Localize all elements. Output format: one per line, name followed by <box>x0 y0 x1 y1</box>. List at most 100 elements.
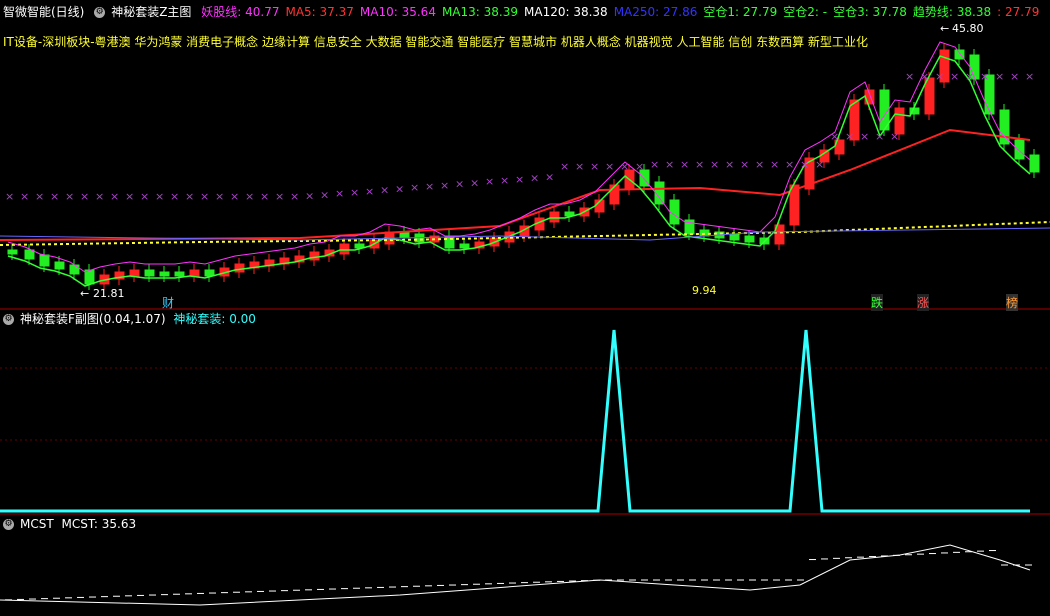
zhang-marker: 涨 <box>917 294 930 311</box>
x-marker: × <box>290 190 299 203</box>
indicator-value-6: 空仓1: 27.79 <box>703 5 778 19</box>
indicator-name[interactable]: 神秘套装Z主图 <box>111 5 191 19</box>
x-marker: × <box>1010 70 1019 83</box>
x-marker: × <box>50 190 59 203</box>
x-marker: × <box>35 190 44 203</box>
high-price-label: 45.80 <box>952 22 984 35</box>
x-marker: × <box>560 160 569 173</box>
x-marker: × <box>275 190 284 203</box>
x-marker: × <box>80 190 89 203</box>
x-marker: × <box>305 190 314 203</box>
x-marker: × <box>950 70 959 83</box>
x-marker: × <box>185 190 194 203</box>
x-marker: × <box>170 190 179 203</box>
x-marker: × <box>215 190 224 203</box>
mid-value-label: 9.94 <box>692 284 717 297</box>
candle-body <box>339 243 350 255</box>
x-marker: × <box>575 160 584 173</box>
mystery-indicator-line <box>0 329 1030 513</box>
indicator-value-10: : 27.79 <box>997 5 1040 19</box>
sub1-title[interactable]: 神秘套装F副图(0.04,1.07) <box>20 312 166 326</box>
x-marker: × <box>650 158 659 171</box>
indicator-value-0: 妖股线: 40.77 <box>201 5 280 19</box>
indicator-value-2: MA10: 35.64 <box>359 5 436 19</box>
x-marker: × <box>980 70 989 83</box>
mcst-line <box>0 544 1031 606</box>
x-marker: × <box>665 158 674 171</box>
x-marker: × <box>470 176 479 189</box>
x-marker: × <box>245 190 254 203</box>
indicator-value-5: MA250: 27.86 <box>613 5 698 19</box>
indicator-value-3: MA13: 38.39 <box>441 5 518 19</box>
settings-icon[interactable]: ⚙ <box>3 519 14 530</box>
x-marker: × <box>455 178 464 191</box>
candle-body <box>549 211 560 223</box>
x-marker: × <box>335 187 344 200</box>
x-marker: × <box>365 185 374 198</box>
x-marker: × <box>1025 70 1034 83</box>
stock-chart-canvas[interactable]: × × × × × × × × × × × × × × × × × × × × × × × × × × × × × × × × × × × × × × × ×… <box>0 0 1050 616</box>
candle-body <box>54 261 65 270</box>
candle-body <box>69 264 80 275</box>
cai-marker: 财 <box>162 296 175 310</box>
candle-body <box>609 184 620 205</box>
x-marker: × <box>635 160 644 173</box>
sub2-value: MCST: 35.63 <box>61 517 137 531</box>
indicator-value-9: 趋势线: 38.38 <box>912 5 992 19</box>
die-marker: 跌 <box>871 294 884 311</box>
settings-icon[interactable]: ⚙ <box>94 7 106 18</box>
candle-body <box>129 269 140 277</box>
candle-body <box>7 249 18 255</box>
candle-body <box>189 269 200 277</box>
stock-title[interactable]: 智微智能(日线) <box>3 5 84 19</box>
x-marker: × <box>155 190 164 203</box>
sub2-title[interactable]: MCST <box>20 517 54 531</box>
settings-icon[interactable]: ⚙ <box>3 314 14 325</box>
indicator-values: 妖股线: 40.77 MA5: 37.37 MA10: 35.64 MA13: 38.… <box>201 5 1045 19</box>
x-marker: × <box>905 70 914 83</box>
x-marker: × <box>965 70 974 83</box>
x-marker: × <box>395 182 404 195</box>
x-marker: × <box>920 70 929 83</box>
x-marker: × <box>800 158 809 171</box>
x-marker: × <box>440 179 449 192</box>
x-marker: × <box>200 190 209 203</box>
candle-body <box>204 269 215 277</box>
x-marker: × <box>710 158 719 171</box>
x-marker: × <box>740 158 749 171</box>
x-marker: × <box>890 130 899 143</box>
main-panel-header: 智微智能(日线) ⚙ 神秘套装Z主图 妖股线: 40.77 MA5: 37.37 MA… <box>3 3 1050 21</box>
x-marker: × <box>530 172 539 185</box>
x-marker: × <box>320 188 329 201</box>
candle-body <box>159 271 170 277</box>
x-marker: × <box>140 190 149 203</box>
candle-body <box>24 249 35 260</box>
x-marker: × <box>65 190 74 203</box>
sub-panel-2-header: ⚙ MCST MCST: 35.63 <box>3 515 142 533</box>
candle-body <box>669 199 680 225</box>
candle-body <box>1029 154 1040 173</box>
x-marker: × <box>545 170 554 183</box>
x-marker: × <box>620 160 629 173</box>
low-price-label: 21.81 <box>93 287 125 300</box>
x-marker: × <box>500 174 509 187</box>
x-marker: × <box>95 190 104 203</box>
candle-body <box>444 235 455 249</box>
x-marker: × <box>410 181 419 194</box>
candle-body <box>174 271 185 277</box>
sub1-value: 神秘套装: 0.00 <box>173 312 256 326</box>
x-marker: × <box>845 130 854 143</box>
indicator-value-8: 空仓3: 37.78 <box>833 5 907 19</box>
candle-body <box>144 269 155 277</box>
candle-body <box>1014 139 1025 160</box>
x-marker: × <box>995 70 1004 83</box>
x-marker: × <box>680 158 689 171</box>
x-marker: × <box>260 190 269 203</box>
x-marker: × <box>425 180 434 193</box>
x-marker: × <box>5 190 14 203</box>
low-arrow-icon: ← <box>80 287 90 300</box>
x-marker: × <box>785 158 794 171</box>
candle-body <box>39 254 50 267</box>
x-marker: × <box>515 173 524 186</box>
ma10-line <box>7 41 1031 273</box>
